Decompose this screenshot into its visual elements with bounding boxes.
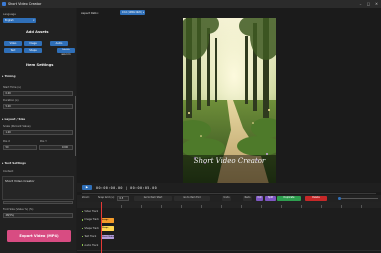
goto-item-end-button[interactable]: Go to Item End	[174, 196, 210, 201]
video-title-text[interactable]: Short Video Creator	[183, 155, 276, 168]
redo-button[interactable]: Redo	[243, 196, 252, 201]
track-label-image: Image Track	[82, 218, 99, 221]
app-icon	[2, 2, 6, 6]
aspect-ratio-select[interactable]: 9:16 (1080x1920) ▾	[120, 9, 145, 15]
add-audio-button[interactable]: Audio	[50, 41, 68, 46]
track-row-audio[interactable]	[77, 241, 381, 251]
play-icon: ▶	[85, 185, 89, 189]
cut-button[interactable]: Cut	[256, 196, 263, 201]
add-image-button[interactable]: Image	[24, 41, 42, 46]
zoom-slider-handle[interactable]	[338, 196, 341, 201]
pos-x-input[interactable]: 50	[3, 145, 37, 150]
snap-grid-input[interactable]: 0.5	[117, 196, 129, 201]
item-settings-title: Item Settings	[26, 63, 54, 67]
chevron-down-icon: ▾	[142, 10, 144, 14]
duplicate-button[interactable]: Duplicate	[277, 196, 301, 201]
text-content-scroll[interactable]	[3, 201, 73, 204]
start-time-label: Start Time (s)	[3, 86, 21, 89]
aspect-ratio-label: Aspect Ratio:	[81, 11, 99, 15]
text-content-value: Short Video Creator	[5, 178, 35, 183]
window-title: Short Video Creator	[8, 2, 42, 6]
add-video-button[interactable]: Video	[4, 41, 22, 46]
zoom-label: Zoom:	[82, 196, 90, 199]
scale-input[interactable]: 1.00	[3, 130, 73, 135]
track-label-text: Text Track	[82, 235, 96, 238]
zoom-slider-track[interactable]	[338, 198, 378, 199]
export-video-button[interactable]: Export Video (MP4)	[7, 230, 71, 242]
image-clip[interactable]: Image	[101, 218, 114, 223]
goto-item-start-button[interactable]: Go to Item Start	[134, 196, 172, 201]
maximize-button[interactable]: □	[365, 0, 372, 8]
add-text-button[interactable]: Text	[4, 48, 22, 53]
delete-button[interactable]: Delete	[305, 196, 327, 201]
window-titlebar: Short Video Creator – □ ✕	[0, 0, 381, 8]
minimize-button[interactable]: –	[357, 0, 364, 8]
close-button[interactable]: ✕	[373, 0, 380, 8]
start-time-input[interactable]: 0.00	[3, 91, 73, 96]
undo-button[interactable]: Undo	[222, 196, 231, 201]
aspect-ratio-value: 9:16 (1080x1920)	[122, 10, 142, 14]
scrubber[interactable]	[82, 192, 376, 194]
text-clip[interactable]: Short Video C.	[101, 234, 114, 240]
play-button[interactable]: ▶	[82, 185, 92, 190]
pos-y-label: Pos Y	[40, 140, 47, 143]
language-label: Language	[3, 13, 16, 16]
content-label: Content	[3, 170, 14, 173]
track-label-shape: Shape Track	[82, 227, 99, 230]
timecode-display: 00:00:00.00 | 00:00:05.00	[96, 185, 158, 190]
font-size-label: Font Size (Value %) (%)	[3, 208, 34, 211]
add-assets-title: Add Assets	[26, 30, 49, 34]
text-settings-header[interactable]: ▸ Text Settings	[2, 161, 26, 165]
pos-x-label: Pos X	[3, 140, 11, 143]
split-button[interactable]: Split	[265, 196, 276, 201]
track-label-audio: Audio Track	[82, 244, 98, 247]
language-value: English	[5, 18, 14, 22]
chevron-down-icon: ▾	[33, 18, 35, 22]
sidebar-scrollbar[interactable]	[75, 96, 76, 156]
font-size-input[interactable]: 48(5%)	[3, 213, 73, 218]
duration-input[interactable]: 5.00	[3, 104, 73, 109]
add-subtitle-button[interactable]: Subtitle (SRT/VTT)	[57, 48, 75, 56]
add-shape-button[interactable]: Shape	[24, 48, 42, 53]
shape-clip[interactable]: Shape	[101, 226, 114, 231]
text-content-area[interactable]: Short Video Creator	[2, 176, 74, 200]
pos-y-input[interactable]: 1000	[39, 145, 73, 150]
track-label-video: Video Track	[82, 210, 98, 213]
playhead[interactable]	[101, 202, 102, 253]
duration-label: Duration (s)	[3, 99, 19, 102]
timing-section-header[interactable]: ▸ Timing	[2, 74, 16, 78]
snap-grid-label: Snap Grid (s):	[98, 196, 115, 199]
layout-section-header[interactable]: ▸ Layout / Size	[2, 117, 25, 121]
scale-label: Scale (Percent Value)	[3, 125, 31, 128]
language-select[interactable]: English ▾	[3, 17, 36, 23]
